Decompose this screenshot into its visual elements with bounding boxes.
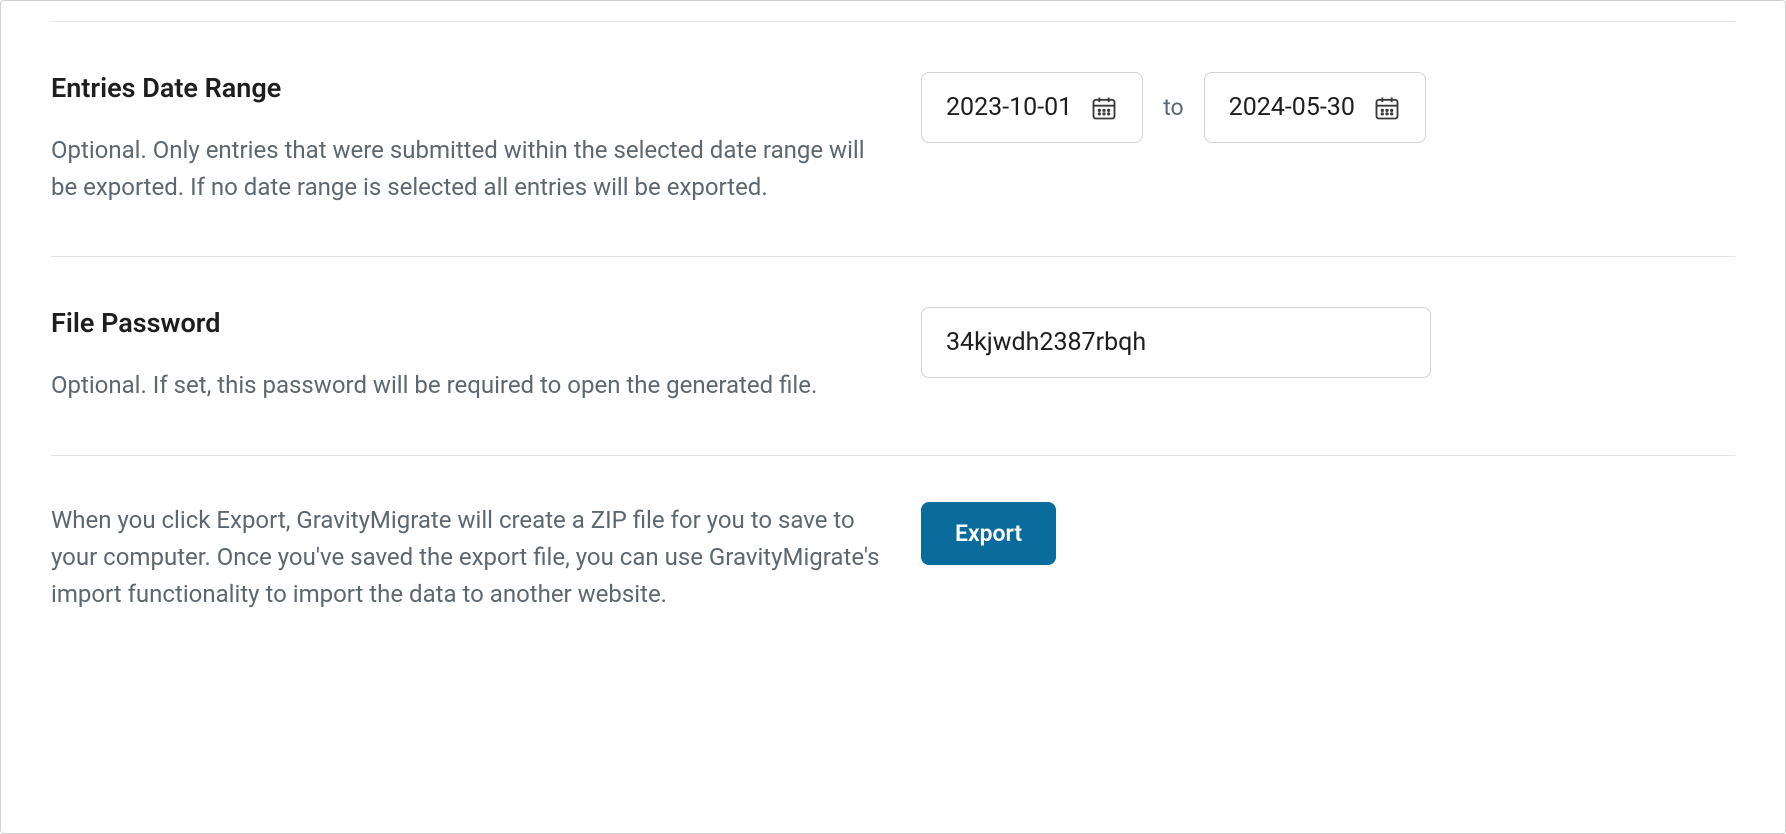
- date-range-inputs: 2023-10-01 to 2024-05-30: [921, 72, 1735, 143]
- file-password-description: Optional. If set, this password will be …: [51, 367, 881, 404]
- export-button-wrap: Export: [921, 502, 1735, 565]
- date-start-value: 2023-10-01: [946, 93, 1072, 122]
- export-section: When you click Export, GravityMigrate wi…: [51, 456, 1735, 664]
- date-range-text: Entries Date Range Optional. Only entrie…: [51, 72, 921, 206]
- file-password-title: File Password: [51, 307, 881, 339]
- date-range-title: Entries Date Range: [51, 72, 881, 104]
- calendar-icon: [1373, 94, 1401, 122]
- export-text: When you click Export, GravityMigrate wi…: [51, 502, 921, 614]
- date-end-input[interactable]: 2024-05-30: [1204, 72, 1426, 143]
- file-password-section: File Password Optional. If set, this pas…: [51, 257, 1735, 455]
- export-settings-panel: Entries Date Range Optional. Only entrie…: [0, 0, 1786, 834]
- date-range-section: Entries Date Range Optional. Only entrie…: [51, 22, 1735, 257]
- calendar-icon: [1090, 94, 1118, 122]
- date-start-input[interactable]: 2023-10-01: [921, 72, 1143, 143]
- date-range-to-label: to: [1163, 94, 1183, 121]
- date-range-description: Optional. Only entries that were submitt…: [51, 132, 881, 206]
- file-password-input[interactable]: [921, 307, 1431, 378]
- file-password-text: File Password Optional. If set, this pas…: [51, 307, 921, 404]
- date-end-value: 2024-05-30: [1229, 93, 1355, 122]
- export-description: When you click Export, GravityMigrate wi…: [51, 502, 881, 614]
- export-button[interactable]: Export: [921, 502, 1056, 565]
- file-password-input-wrap: [921, 307, 1735, 378]
